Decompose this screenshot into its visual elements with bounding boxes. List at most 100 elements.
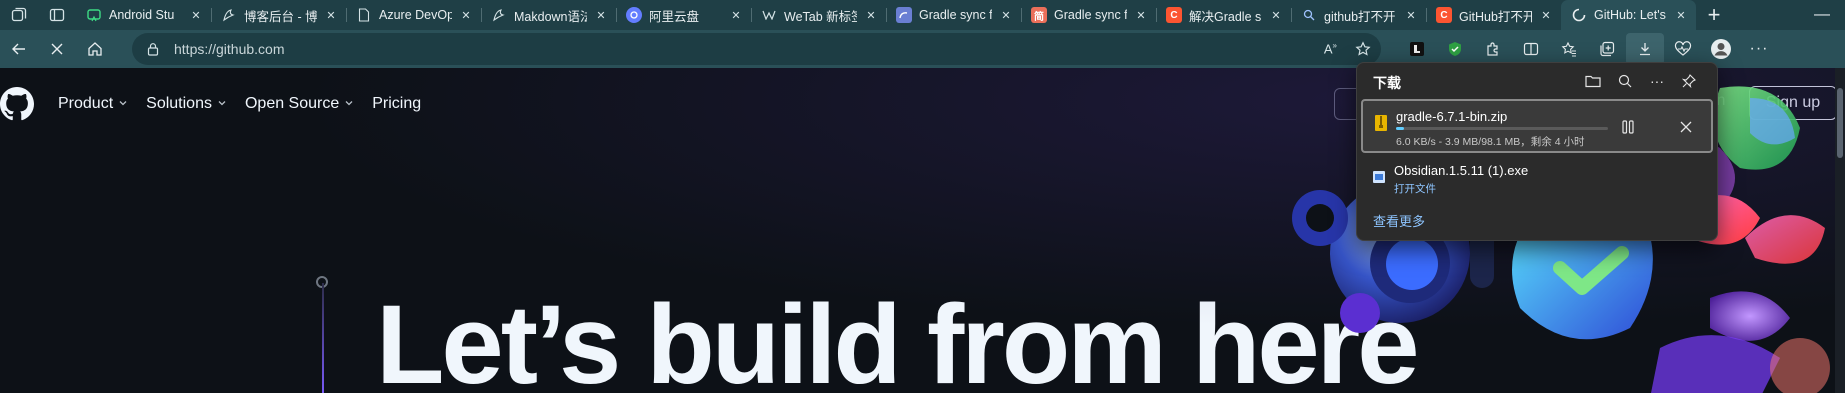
search-icon[interactable] [1609,67,1641,95]
nav-item-label: Product [58,95,114,112]
browser-tab[interactable]: Gradle sync f ✕ [886,0,1021,30]
pause-icon [1622,120,1634,134]
browser-tab[interactable]: GitHub: Let's ✕ [1561,0,1696,30]
close-tab-icon[interactable]: ✕ [1269,9,1283,22]
search-icon [1301,7,1317,23]
browser-tab[interactable]: C 解决Gradle s ✕ [1156,0,1291,30]
jianshu-icon: 简 [1031,7,1047,23]
nav-item-label: Pricing [372,95,422,112]
tab-title: github打不开 [1324,9,1396,24]
browser-tab[interactable]: C GitHub打不开 ✕ [1426,0,1561,30]
close-tab-icon[interactable]: ✕ [864,9,878,22]
new-tab-button[interactable]: + [1696,0,1732,30]
see-more-link[interactable]: 查看更多 [1373,211,1425,230]
csdn-icon: C [1166,7,1182,23]
exe-file-icon [1373,171,1385,183]
downloads-title: 下载 [1373,75,1401,91]
open-file-link[interactable]: 打开文件 [1394,181,1436,196]
lock-icon[interactable] [146,42,160,56]
tab-title: WeTab 新标签 [784,9,857,24]
cancel-download-button[interactable] [1673,114,1699,140]
nav-item-pricing[interactable]: Pricing [372,95,421,113]
home-button[interactable] [76,33,114,65]
page-scrollbar[interactable] [1835,68,1845,393]
android-studio-icon [86,7,102,23]
browser-tab[interactable]: github打不开 ✕ [1291,0,1426,30]
back-arrow-icon [12,43,25,55]
downloads-panel: 下载 ··· gradle-6.7.1-bin.zip 6.0 KB/s - 3… [1356,62,1718,241]
timeline-line [322,283,324,393]
nav-item-label: Solutions [146,95,212,112]
download-progress-fill [1396,127,1405,130]
close-tab-icon[interactable]: ✕ [1539,9,1553,22]
download-status: 6.0 KB/s - 3.9 MB/98.1 MB，剩余 4 小时 [1396,136,1585,148]
nav-item-product[interactable]: Product [58,95,128,113]
stop-loading-button[interactable] [38,33,76,65]
tab-title: Gradle sync f [1054,8,1127,22]
tab-actions-icon[interactable] [38,0,76,30]
close-tab-icon[interactable]: ✕ [1674,9,1688,22]
favorite-star-icon[interactable] [1355,41,1371,57]
workspaces-icon[interactable] [0,0,38,30]
close-tab-icon[interactable]: ✕ [729,9,743,22]
url-text[interactable]: https://github.com [174,41,285,57]
scrollbar-thumb[interactable] [1837,88,1843,158]
nav-item-open-source[interactable]: Open Source [245,95,354,113]
download-progress-bar [1396,127,1608,130]
close-tab-icon[interactable]: ✕ [189,9,203,22]
back-button[interactable] [0,33,38,65]
download-file-name: Obsidian.1.5.11 (1).exe [1394,163,1529,178]
close-tab-icon[interactable]: ✕ [1404,9,1418,22]
browser-tab[interactable]: WeTab 新标签 ✕ [751,0,886,30]
close-tab-icon[interactable]: ✕ [459,9,473,22]
browser-tab[interactable]: 简 Gradle sync f ✕ [1021,0,1156,30]
pin-icon[interactable] [1673,67,1705,95]
csdn-icon: C [1436,7,1452,23]
close-icon [51,43,63,55]
close-icon [1680,121,1692,133]
open-folder-icon[interactable] [1577,67,1609,95]
more-options-icon[interactable]: ··· [1740,30,1778,68]
blog-icon [491,7,507,23]
more-options-icon[interactable]: ··· [1641,67,1673,95]
zip-file-icon [1375,115,1387,131]
github-logo-icon[interactable] [0,87,34,121]
document-icon [356,7,372,23]
tab-title: GitHub: Let's [1594,8,1666,22]
tab-title: Gradle sync f [919,8,992,22]
tab-title: Azure DevOp [379,8,452,22]
wetab-icon [761,7,777,23]
chevron-down-icon [217,98,227,111]
close-tab-icon[interactable]: ✕ [594,9,608,22]
downloads-button[interactable] [1626,33,1664,65]
tab-title: 解决Gradle s [1189,9,1262,24]
minimize-button[interactable]: — [1799,0,1845,30]
pause-download-button[interactable] [1615,114,1641,140]
cloud-drive-icon [626,7,642,23]
tab-strip: Android Stu ✕ 博客后台 - 博 ✕ Azure DevOp ✕ Makdown… [0,0,1845,30]
loading-icon [1571,7,1587,23]
gradle-icon [896,7,912,23]
tab-title: 阿里云盘 [649,9,700,24]
download-item-gradle[interactable]: gradle-6.7.1-bin.zip 6.0 KB/s - 3.9 MB/9… [1361,99,1713,153]
home-icon [88,42,102,56]
browser-tab[interactable]: Azure DevOp ✕ [346,0,481,30]
chevron-down-icon [344,98,354,111]
browser-tab[interactable]: Android Stu ✕ [76,0,211,30]
browser-tab[interactable]: 阿里云盘 ✕ [616,0,751,30]
download-file-name: gradle-6.7.1-bin.zip [1396,109,1508,124]
github-main-menu: Product Solutions Open Source Pricing [58,95,421,113]
close-tab-icon[interactable]: ✕ [324,9,338,22]
download-item-obsidian[interactable]: Obsidian.1.5.11 (1).exe 打开文件 [1361,157,1713,201]
address-bar[interactable]: https://github.com A» [132,33,1381,65]
read-aloud-icon[interactable]: A» [1324,41,1337,56]
tab-title: Makdown语法 [514,9,587,24]
nav-item-label: Open Source [244,95,340,112]
blog-icon [221,7,237,23]
close-tab-icon[interactable]: ✕ [1134,9,1148,22]
close-tab-icon[interactable]: ✕ [999,9,1013,22]
browser-tab[interactable]: 博客后台 - 博 ✕ [211,0,346,30]
nav-item-solutions[interactable]: Solutions [146,95,227,113]
download-icon [1640,43,1650,56]
browser-tab[interactable]: Makdown语法 ✕ [481,0,616,30]
